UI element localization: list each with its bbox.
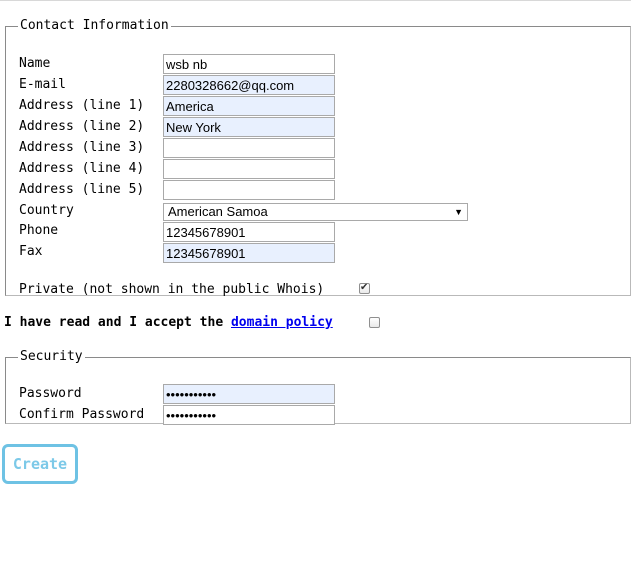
address-line-1-label: Address (line 1) (19, 98, 145, 113)
password-field[interactable] (163, 384, 335, 404)
chevron-down-icon: ▼ (454, 207, 463, 217)
checkmark-icon: ✔ (360, 282, 369, 293)
address-line-5-field[interactable] (163, 180, 335, 200)
address-line-4-field[interactable] (163, 159, 335, 179)
confirm-password-field[interactable] (163, 405, 335, 425)
address-line-1-field[interactable] (163, 96, 335, 116)
policy-accept-checkbox[interactable] (369, 317, 380, 328)
name-label: Name (19, 56, 51, 71)
top-divider (0, 0, 631, 1)
security-legend: Security (20, 349, 83, 364)
contact-information-fieldset: Contact Information Name E-mail Address … (5, 18, 631, 297)
email-label: E-mail (19, 77, 66, 92)
phone-label: Phone (19, 223, 59, 238)
phone-field[interactable] (163, 222, 335, 242)
country-selected-value: American Samoa (168, 204, 268, 219)
private-checkbox[interactable]: ✔ (359, 282, 370, 294)
policy-acceptance-row: I have read and I accept the domain poli… (4, 315, 333, 331)
security-fieldset: Security Password Confirm Password (5, 349, 631, 425)
address-line-3-field[interactable] (163, 138, 335, 158)
address-line-5-label: Address (line 5) (19, 182, 145, 197)
fax-label: Fax (19, 244, 43, 259)
country-select[interactable]: American Samoa ▼ (163, 203, 468, 221)
policy-acceptance-text: I have read and I accept the (4, 315, 231, 330)
address-line-2-label: Address (line 2) (19, 119, 145, 134)
address-line-2-field[interactable] (163, 117, 335, 137)
create-button[interactable]: Create (2, 444, 78, 484)
private-label: Private (not shown in the public Whois) (19, 282, 325, 297)
address-line-4-label: Address (line 4) (19, 161, 145, 176)
password-label: Password (19, 386, 82, 401)
name-field[interactable] (163, 54, 335, 74)
email-field[interactable] (163, 75, 335, 95)
country-label: Country (19, 203, 74, 218)
confirm-password-label: Confirm Password (19, 407, 145, 422)
domain-policy-link[interactable]: domain policy (231, 315, 333, 330)
contact-information-legend: Contact Information (20, 18, 169, 33)
address-line-3-label: Address (line 3) (19, 140, 145, 155)
fax-field[interactable] (163, 243, 335, 263)
